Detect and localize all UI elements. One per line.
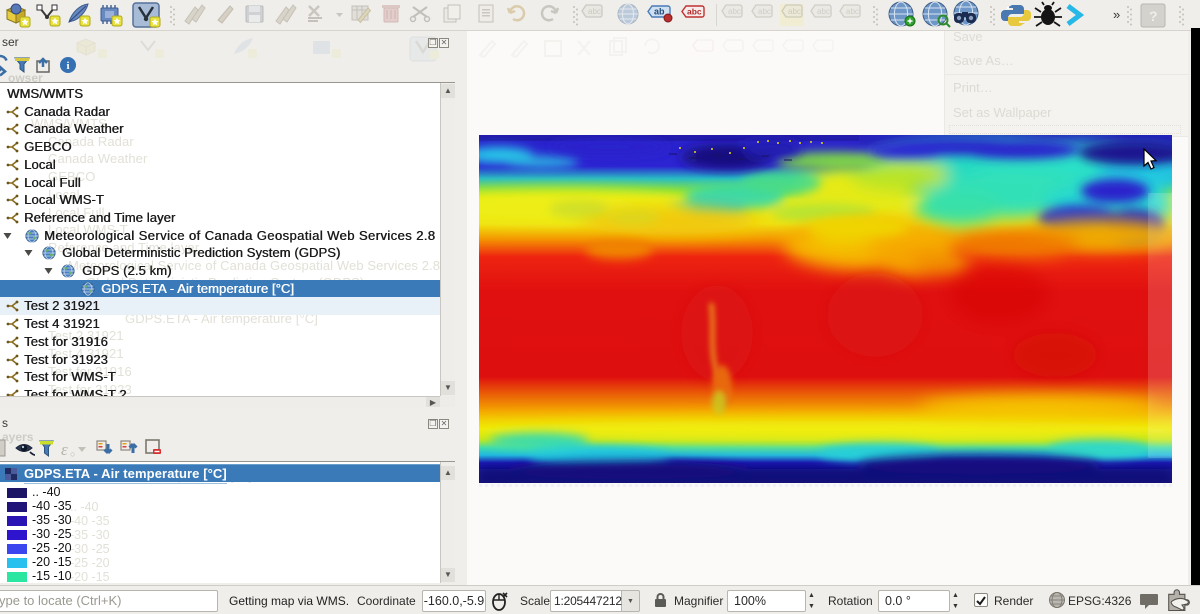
svg-text:abc: abc bbox=[588, 7, 601, 16]
svg-text:abc: abc bbox=[687, 7, 702, 17]
svg-text:abc: abc bbox=[728, 7, 741, 16]
svg-text:?: ? bbox=[1149, 8, 1158, 24]
svg-text:i: i bbox=[66, 60, 69, 72]
svg-text:abc: abc bbox=[758, 7, 771, 16]
svg-text:○: ○ bbox=[70, 449, 75, 459]
svg-text:ε: ε bbox=[61, 440, 68, 459]
svg-text:abc: abc bbox=[788, 7, 801, 16]
svg-text:ab: ab bbox=[654, 7, 665, 17]
svg-text:abc: abc bbox=[846, 7, 859, 16]
svg-text:abc: abc bbox=[817, 7, 830, 16]
svg-text:»: » bbox=[1113, 7, 1120, 22]
